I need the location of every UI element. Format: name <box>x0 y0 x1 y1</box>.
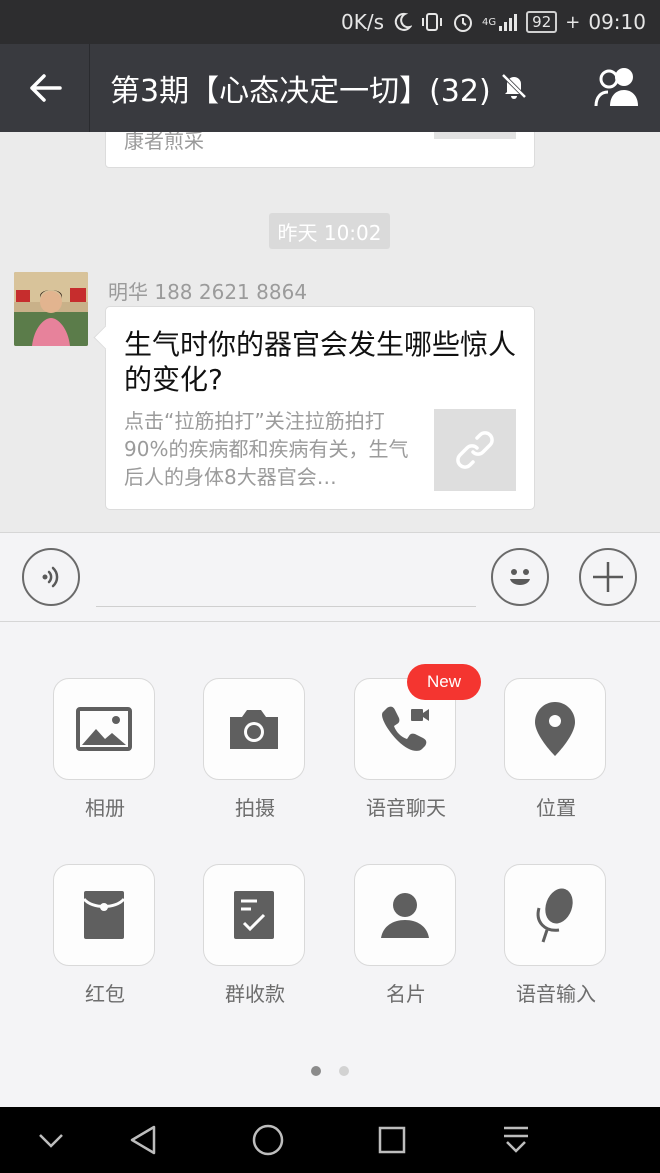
sender-name: 明华 188 2621 8864 <box>108 280 308 304</box>
chat-title: 第3期【心态决定一切】(32) <box>110 74 491 109</box>
tile-contact-card-box <box>354 864 456 966</box>
clock: 09:10 <box>588 10 646 34</box>
plus-icon <box>593 562 623 592</box>
link-description: 点击“拉筋拍打”关注拉筋拍打90%的疾病都和疾病有关，生气后人的身体8大器官会… <box>124 409 409 489</box>
back-arrow-icon <box>29 74 62 102</box>
tile-location-box <box>504 678 606 780</box>
tile-label: 红包 <box>85 982 125 1006</box>
group-payment-icon <box>234 891 274 939</box>
page-dot-active[interactable] <box>311 1066 321 1076</box>
tile-album-box <box>53 678 155 780</box>
alarm-icon <box>452 11 474 33</box>
link-title: 生气时你的器官会发生哪些惊人的变化? <box>124 328 517 396</box>
group-members-button[interactable] <box>592 64 642 110</box>
tile-label: 语音聊天 <box>366 796 446 820</box>
tile-label: 位置 <box>536 796 576 820</box>
new-badge: New <box>407 664 481 700</box>
charging-icon: + <box>565 11 581 33</box>
chevron-down-icon <box>39 1134 63 1148</box>
signal-icon: 4G <box>482 12 518 32</box>
pull-down-icon <box>504 1126 528 1153</box>
link-thumbnail <box>434 409 516 491</box>
voice-call-icon <box>382 706 429 751</box>
square-recents-icon <box>378 1126 406 1154</box>
nav-recents-button[interactable] <box>372 1120 412 1160</box>
tile-label: 群收款 <box>225 982 285 1006</box>
tile-red-packet-box <box>53 864 155 966</box>
sender-avatar[interactable] <box>14 272 88 346</box>
message-timestamp: 昨天 10:02 <box>269 213 390 249</box>
battery-level: 92 <box>532 13 552 31</box>
photo-album-icon <box>76 707 132 751</box>
tile-label: 名片 <box>386 982 426 1006</box>
battery-indicator: 92 <box>526 11 558 33</box>
tile-voice-input-box <box>504 864 606 966</box>
status-bar: 0K/s 4G 92 + 09:10 <box>0 0 660 44</box>
previous-link-card[interactable]: 康者煎采 <box>105 132 535 168</box>
red-packet-icon <box>82 891 126 939</box>
nav-home-button[interactable] <box>248 1120 288 1160</box>
microphone-icon <box>536 888 573 943</box>
network-type: 4G <box>482 16 497 28</box>
voice-wave-icon <box>42 566 59 588</box>
chat-header: 第3期【心态决定一切】(32) <box>0 44 660 132</box>
page-indicator <box>0 1066 660 1076</box>
contact-card-icon <box>381 893 429 938</box>
back-button[interactable] <box>0 44 90 132</box>
moon-icon <box>392 12 413 32</box>
camera-icon <box>230 710 278 749</box>
tile-group-payment-box <box>203 864 305 966</box>
smiley-icon <box>510 569 530 585</box>
nav-back-button[interactable] <box>123 1120 163 1160</box>
circle-home-icon <box>252 1124 284 1156</box>
notification-pull-button[interactable] <box>496 1120 536 1160</box>
tile-label: 语音输入 <box>516 982 596 1006</box>
previous-card-thumbnail <box>434 132 516 139</box>
page-dot[interactable] <box>339 1066 349 1076</box>
emoji-button[interactable] <box>491 548 549 606</box>
tile-camera-box <box>203 678 305 780</box>
vibrate-icon <box>420 12 444 32</box>
input-bar <box>0 532 660 622</box>
more-options-panel: 相册 拍摄 语音聊天 New 位置 红包 群收款 名片 语音输入 <box>0 622 660 1107</box>
voice-input-button[interactable] <box>22 548 80 606</box>
previous-card-text: 康者煎采 <box>124 132 204 153</box>
mute-bell-icon <box>499 71 529 105</box>
location-pin-icon <box>535 702 575 756</box>
link-icon <box>456 431 494 469</box>
message-input[interactable] <box>96 593 476 607</box>
net-speed: 0K/s <box>341 10 385 34</box>
tile-label: 拍摄 <box>235 796 275 820</box>
chat-area[interactable]: 康者煎采 昨天 10:02 明华 188 2621 8864 生气时你的器官会发… <box>0 132 660 532</box>
group-members-icon <box>594 68 638 107</box>
hide-keyboard-button[interactable] <box>31 1120 71 1160</box>
link-message-card[interactable]: 生气时你的器官会发生哪些惊人的变化? 点击“拉筋拍打”关注拉筋拍打90%的疾病都… <box>105 306 535 510</box>
triangle-back-icon <box>130 1125 156 1155</box>
more-options-button[interactable] <box>579 548 637 606</box>
system-nav-bar <box>0 1107 660 1173</box>
tile-label: 相册 <box>85 796 125 820</box>
